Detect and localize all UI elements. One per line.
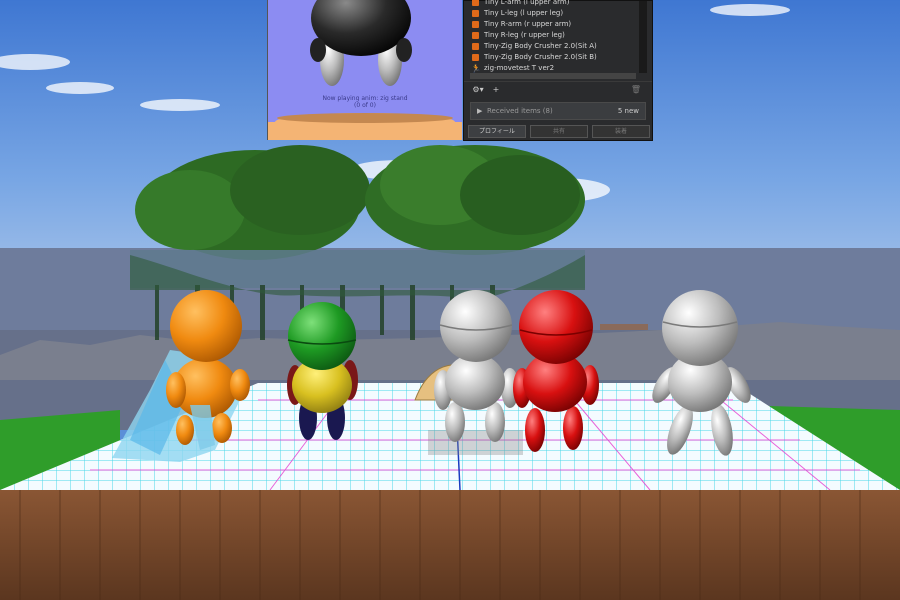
inventory-toolbar: ⚙▾ + 🗑 [464,81,652,98]
animation-icon: 🏃 [471,64,481,73]
inventory-item[interactable]: Tiny L-arm (l upper arm) [470,0,640,8]
received-items-label: Received items (8) [487,107,553,115]
inventory-item[interactable]: Tiny R-leg (r upper leg) [470,30,640,41]
inventory-item-label: Tiny L-leg (l upper leg) [484,9,564,17]
object-cube-icon [472,21,479,28]
inventory-horizontal-scrollbar[interactable] [470,73,636,79]
object-cube-icon [472,10,479,17]
object-cube-icon [472,0,479,6]
inventory-item-label: Tiny-Zig Body Crusher 2.0(Sit A) [484,42,597,50]
preview-status-text: Now playing anim: zig stand [322,95,408,102]
inventory-vertical-scrollbar[interactable] [639,1,647,73]
avatar-silver-center[interactable] [428,290,523,455]
wood-stage-side [0,490,900,600]
trash-icon[interactable]: 🗑 [630,84,642,96]
preview-avatar-icon [268,0,462,140]
inventory-item[interactable]: Tiny-Zig Body Crusher 2.0(Sit A) [470,41,640,52]
received-items-section[interactable]: ▶ Received items (8) 5 new [470,102,646,120]
inventory-item-label: Tiny-Zig Body Crusher 2.0(Sit B) [484,53,597,61]
inventory-item-label: Tiny R-arm (r upper arm) [484,20,572,28]
expand-arrow-icon: ▶ [477,107,483,115]
profile-button[interactable]: プロフィール [468,125,526,138]
inventory-item-label: Tiny R-leg (r upper leg) [484,31,565,39]
inventory-item-label: zig-movetest T ver2 [484,64,555,72]
object-cube-icon [472,43,479,50]
distant-bench [600,324,648,330]
inventory-item[interactable]: Tiny R-arm (r upper arm) [470,19,640,30]
inventory-button-row: プロフィール 共有 装着 [468,125,650,138]
inventory-list: Tiny L-arm (l upper arm) Tiny L-leg (l up… [470,0,640,73]
inventory-item-label: Tiny L-arm (l upper arm) [484,0,570,6]
gear-menu-icon[interactable]: ⚙▾ [470,84,486,96]
inventory-item[interactable]: Tiny L-leg (l upper leg) [470,8,640,19]
received-new-count: 5 new [617,107,639,115]
inventory-item[interactable]: Tiny-Zig Body Crusher 2.0(Sit B) [470,52,640,63]
share-button[interactable]: 共有 [530,125,588,138]
object-cube-icon [472,54,479,61]
wear-button[interactable]: 装着 [592,125,650,138]
animation-preview-panel: Now playing anim: zig stand (0 of 0) [267,0,462,140]
preview-status-count: (0 of 0) [354,102,376,109]
plus-icon[interactable]: + [490,84,502,96]
object-cube-icon [472,32,479,39]
inventory-panel: Tiny L-arm (l upper arm) Tiny L-leg (l up… [463,0,653,141]
